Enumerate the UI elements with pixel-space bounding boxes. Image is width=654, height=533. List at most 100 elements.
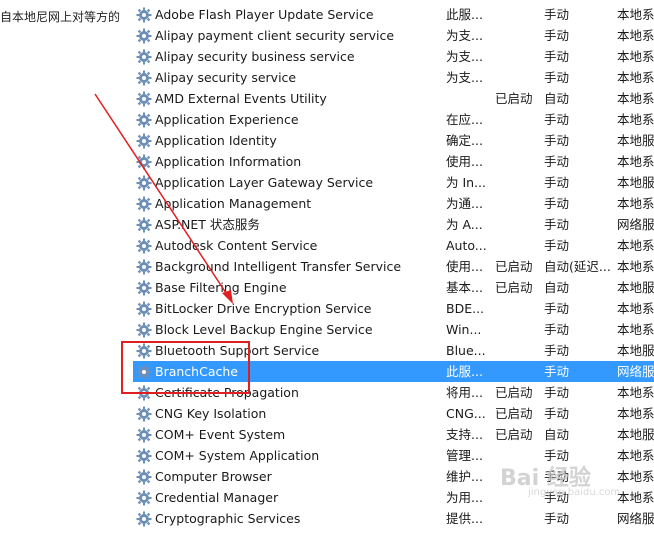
- gear-icon: [136, 448, 152, 464]
- service-logon-as: 网络服: [617, 364, 654, 379]
- service-startup-type: 手动: [544, 28, 570, 43]
- gear-icon: [136, 259, 152, 275]
- service-name: COM+ Event System: [155, 427, 286, 442]
- service-row[interactable]: Block Level Backup Engine Service Win... 手…: [133, 319, 654, 340]
- service-name: Cryptographic Services: [155, 511, 301, 526]
- gear-icon: [136, 154, 152, 170]
- service-description: 将用...: [446, 385, 483, 400]
- service-startup-type: 手动: [544, 301, 570, 316]
- service-name: Alipay security business service: [155, 49, 355, 64]
- service-startup-type: 手动: [544, 49, 570, 64]
- service-startup-type: 手动: [544, 238, 570, 253]
- service-startup-type: 自动(延迟...: [544, 259, 611, 274]
- service-logon-as: 本地系: [617, 70, 654, 85]
- gear-icon: [136, 91, 152, 107]
- service-description: 支持...: [446, 427, 483, 442]
- service-description: 确定...: [446, 133, 483, 148]
- service-name: Application Layer Gateway Service: [155, 175, 374, 190]
- service-name: Application Identity: [155, 133, 277, 148]
- service-logon-as: 本地系: [617, 49, 654, 64]
- service-description: 为 In...: [446, 175, 487, 190]
- gear-icon: [136, 133, 152, 149]
- service-row[interactable]: Alipay security service 为支... 手动 本地系: [133, 67, 654, 88]
- service-description: Blue...: [446, 343, 486, 358]
- service-description: 基本...: [446, 280, 483, 295]
- service-name: Application Experience: [155, 112, 299, 127]
- service-status: 已启动: [495, 427, 533, 442]
- service-startup-type: 手动: [544, 406, 570, 421]
- service-description: 为 A...: [446, 217, 483, 232]
- service-row[interactable]: Background Intelligent Transfer Service 使…: [133, 256, 654, 277]
- service-status: 已启动: [495, 385, 533, 400]
- service-description: 在应...: [446, 112, 483, 127]
- service-status: 已启动: [495, 406, 533, 421]
- service-row[interactable]: CNG Key Isolation CNG... 已启动 手动 本地系: [133, 403, 654, 424]
- service-logon-as: 本地服: [617, 280, 654, 295]
- service-row[interactable]: Cryptographic Services 提供... 手动 网络服: [133, 508, 654, 529]
- service-description-pane: 自本地尼网上对等方的: [0, 10, 121, 24]
- service-logon-as: 本地系: [617, 238, 654, 253]
- service-description: Win...: [446, 322, 482, 337]
- service-row[interactable]: Application Experience 在应... 手动 本地系: [133, 109, 654, 130]
- service-logon-as: 本地服: [617, 343, 654, 358]
- service-startup-type: 手动: [544, 7, 570, 22]
- gear-icon: [136, 175, 152, 191]
- gear-icon: [136, 217, 152, 233]
- service-description: 此服...: [446, 364, 483, 379]
- service-description: 此服...: [446, 7, 483, 22]
- gear-icon: [136, 469, 152, 485]
- service-row[interactable]: COM+ Event System 支持... 已启动 自动 本地服: [133, 424, 654, 445]
- gear-icon: [136, 280, 152, 296]
- service-logon-as: 本地服: [617, 175, 654, 190]
- service-logon-as: 网络服: [617, 511, 654, 526]
- service-description: 提供...: [446, 511, 483, 526]
- service-row[interactable]: Alipay security business service 为支... 手动 本…: [133, 46, 654, 67]
- service-name: BitLocker Drive Encryption Service: [155, 301, 372, 316]
- service-description: 使用...: [446, 259, 483, 274]
- service-row[interactable]: Adobe Flash Player Update Service 此服... 手动…: [133, 4, 654, 25]
- services-list: Adobe Flash Player Update Service 此服... 手动…: [133, 4, 654, 529]
- service-description: 管理...: [446, 448, 483, 463]
- service-name: Base Filtering Engine: [155, 280, 287, 295]
- service-description: 使用...: [446, 154, 483, 169]
- service-row[interactable]: AMD External Events Utility 已启动 自动 本地系: [133, 88, 654, 109]
- service-startup-type: 自动: [544, 91, 570, 106]
- service-name: AMD External Events Utility: [155, 91, 327, 106]
- service-logon-as: 本地系: [617, 91, 654, 106]
- service-row[interactable]: Alipay payment client security service 为支…: [133, 25, 654, 46]
- service-startup-type: 手动: [544, 175, 570, 190]
- service-row[interactable]: Application Identity 确定... 手动 本地服: [133, 130, 654, 151]
- service-startup-type: 手动: [544, 343, 570, 358]
- service-row[interactable]: Autodesk Content Service Auto... 手动 本地系: [133, 235, 654, 256]
- service-logon-as: 网络服: [617, 217, 654, 232]
- service-startup-type: 自动: [544, 427, 570, 442]
- service-logon-as: 本地系: [617, 448, 654, 463]
- service-row[interactable]: Application Layer Gateway Service 为 In...…: [133, 172, 654, 193]
- service-logon-as: 本地系: [617, 7, 654, 22]
- service-name: CNG Key Isolation: [155, 406, 267, 421]
- service-startup-type: 手动: [544, 322, 570, 337]
- gear-icon: [136, 511, 152, 527]
- service-logon-as: 本地系: [617, 469, 654, 484]
- service-logon-as: 本地系: [617, 154, 654, 169]
- service-description: 为支...: [446, 28, 483, 43]
- service-description: Auto...: [446, 238, 487, 253]
- service-row[interactable]: Application Information 使用... 手动 本地系: [133, 151, 654, 172]
- service-logon-as: 本地系: [617, 490, 654, 505]
- service-name: Credential Manager: [155, 490, 279, 505]
- service-row[interactable]: Application Management 为通... 手动 本地系: [133, 193, 654, 214]
- service-name: COM+ System Application: [155, 448, 320, 463]
- service-startup-type: 手动: [544, 133, 570, 148]
- gear-icon: [136, 112, 152, 128]
- service-startup-type: 手动: [544, 112, 570, 127]
- service-name: Background Intelligent Transfer Service: [155, 259, 402, 274]
- service-status: 已启动: [495, 91, 533, 106]
- service-row[interactable]: BitLocker Drive Encryption Service BDE...…: [133, 298, 654, 319]
- gear-icon: [136, 238, 152, 254]
- service-row[interactable]: Base Filtering Engine 基本... 已启动 自动 本地服: [133, 277, 654, 298]
- service-description: BDE...: [446, 301, 485, 316]
- gear-icon: [136, 70, 152, 86]
- service-name: Application Information: [155, 154, 302, 169]
- service-logon-as: 本地服: [617, 133, 654, 148]
- service-row[interactable]: ASP.NET 状态服务 为 A... 手动 网络服: [133, 214, 654, 235]
